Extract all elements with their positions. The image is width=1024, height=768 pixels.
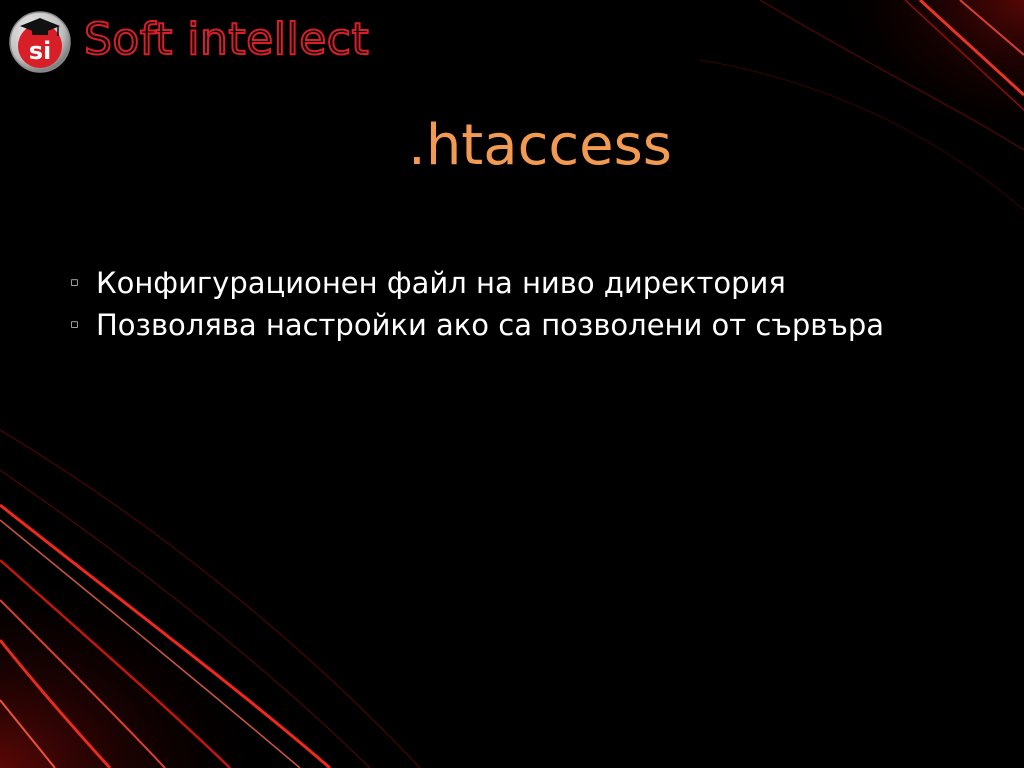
bullet-list: ▫ Конфигурационен файл на ниво директори…: [70, 262, 970, 346]
graduation-cap-icon: si: [9, 11, 71, 73]
bullet-marker-icon: ▫: [70, 275, 79, 290]
logo-badge-text: si: [29, 37, 52, 65]
list-item: ▫ Позволява настройки ако са позволени о…: [70, 304, 970, 346]
brand-name: Soft intellect: [83, 13, 370, 66]
bullet-text: Позволява настройки ако са позволени от …: [96, 308, 885, 342]
slide-title: .htaccess: [408, 113, 672, 178]
slide: si Soft intellect .htaccess ▫ Конфигурац…: [0, 0, 1024, 768]
list-item: ▫ Конфигурационен файл на ниво директори…: [70, 262, 970, 304]
bullet-text: Конфигурационен файл на ниво директория: [96, 266, 786, 300]
bullet-marker-icon: ▫: [70, 317, 79, 332]
brand-logo: si Soft intellect: [8, 10, 418, 74]
